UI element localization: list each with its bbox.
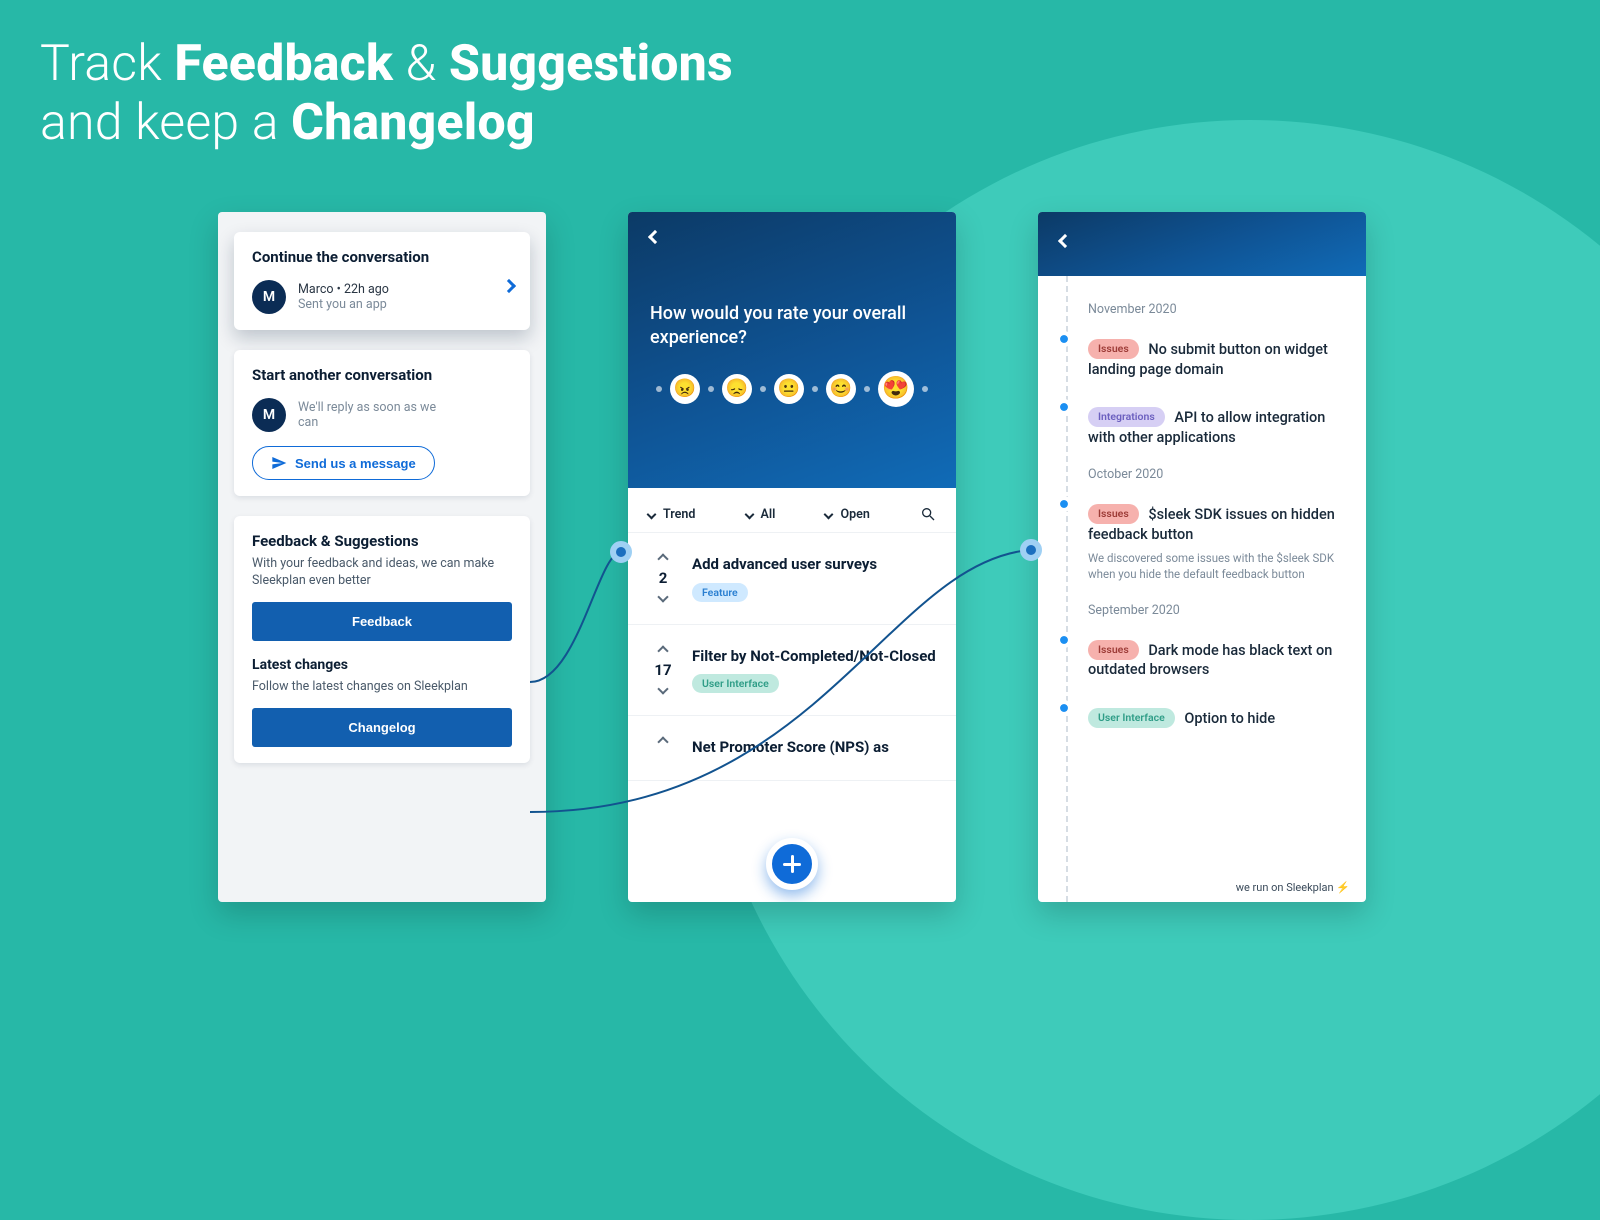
changelog-item[interactable]: User Interface Option to hide	[1088, 700, 1348, 729]
post-title: Add advanced user surveys	[692, 555, 936, 575]
timeline-month-label: November 2020	[1088, 302, 1348, 317]
changelog-item-desc: We discovered some issues with the $slee…	[1088, 550, 1348, 582]
changelog-button[interactable]: Changelog	[252, 708, 512, 747]
powered-by[interactable]: we run on Sleekplan ⚡	[1232, 879, 1354, 896]
feedback-post[interactable]: 17 Filter by Not-Completed/Not-Closed User…	[628, 625, 956, 717]
card-title: Start another conversation	[252, 366, 512, 384]
back-button[interactable]	[648, 230, 662, 244]
status-dropdown[interactable]: Open	[825, 507, 869, 522]
changelog-item-title: Integrations API to allow integration wi…	[1088, 399, 1348, 447]
feedback-button[interactable]: Feedback	[252, 602, 512, 641]
card-title: Feedback & Suggestions	[252, 532, 512, 550]
sort-dropdown[interactable]: Trend	[648, 507, 695, 522]
latest-changes-subtitle: Follow the latest changes on Sleekplan	[252, 679, 512, 696]
upvote-button[interactable]	[657, 645, 668, 656]
face-angry-icon[interactable]: 😠	[670, 374, 700, 404]
avatar: M	[252, 280, 286, 314]
rating-question: How would you rate your overall experien…	[650, 302, 934, 351]
vote-count: 2	[659, 569, 668, 587]
post-tag: User Interface	[692, 674, 779, 693]
face-sad-icon[interactable]: 😞	[722, 374, 752, 404]
filter-dropdown[interactable]: All	[746, 507, 776, 522]
card-title: Continue the conversation	[252, 248, 512, 266]
downvote-button[interactable]	[657, 591, 668, 602]
post-tag: Feature	[692, 583, 748, 602]
chevron-down-icon	[824, 509, 834, 519]
upvote-button[interactable]	[657, 736, 668, 747]
send-icon	[271, 455, 287, 471]
changelog-tag: User Interface	[1088, 708, 1175, 728]
chevron-down-icon	[744, 509, 754, 519]
vote-count: 17	[654, 661, 671, 679]
author-line: Marco • 22h ago	[298, 282, 389, 297]
card-continue-conversation[interactable]: Continue the conversation M Marco • 22h …	[234, 232, 530, 330]
upvote-button[interactable]	[657, 553, 668, 564]
card-start-conversation: Start another conversation M We'll reply…	[234, 350, 530, 496]
bolt-icon: ⚡	[1336, 881, 1350, 894]
feedback-post[interactable]: Net Promoter Score (NPS) as	[628, 716, 956, 781]
changelog-item-title: Issues No submit button on widget landin…	[1088, 331, 1348, 379]
downvote-button[interactable]	[657, 683, 668, 694]
latest-changes-title: Latest changes	[252, 657, 512, 673]
reply-note: We'll reply as soon as we can	[298, 400, 448, 430]
chevron-down-icon	[647, 509, 657, 519]
panel-widget-home: Continue the conversation M Marco • 22h …	[218, 212, 546, 902]
changelog-tag: Issues	[1088, 504, 1139, 524]
send-message-button[interactable]: Send us a message	[252, 446, 435, 480]
changelog-tag: Issues	[1088, 339, 1139, 359]
card-feedback-suggestions: Feedback & Suggestions With your feedbac…	[234, 516, 530, 763]
card-subtitle: With your feedback and ideas, we can mak…	[252, 556, 512, 590]
changelog-item-title: Issues Dark mode has black text on outda…	[1088, 632, 1348, 680]
preview-line: Sent you an app	[298, 297, 389, 312]
panel-changelog: November 2020 Issues No submit button on …	[1038, 212, 1366, 902]
back-button[interactable]	[1058, 234, 1072, 248]
search-icon[interactable]	[920, 506, 936, 522]
rating-scale[interactable]: 😠 😞 😐 😊 😍	[650, 371, 934, 407]
changelog-tag: Integrations	[1088, 407, 1165, 427]
panel-feedback-board: How would you rate your overall experien…	[628, 212, 956, 902]
changelog-item[interactable]: Issues Dark mode has black text on outda…	[1088, 632, 1348, 680]
feedback-post[interactable]: 2 Add advanced user surveys Feature	[628, 533, 956, 625]
changelog-item[interactable]: Integrations API to allow integration wi…	[1088, 399, 1348, 447]
timeline-month-label: October 2020	[1088, 467, 1348, 482]
add-post-button[interactable]	[766, 838, 818, 890]
changelog-tag: Issues	[1088, 640, 1139, 660]
face-happy-icon[interactable]: 😊	[826, 374, 856, 404]
changelog-item-title: User Interface Option to hide	[1088, 700, 1348, 729]
face-love-icon[interactable]: 😍	[878, 371, 914, 407]
changelog-item[interactable]: Issues $sleek SDK issues on hidden feedb…	[1088, 496, 1348, 582]
post-title: Net Promoter Score (NPS) as	[692, 738, 936, 758]
changelog-item-title: Issues $sleek SDK issues on hidden feedb…	[1088, 496, 1348, 544]
post-title: Filter by Not-Completed/Not-Closed	[692, 647, 936, 667]
board-toolbar: Trend All Open	[628, 488, 956, 533]
changelog-timeline: November 2020 Issues No submit button on …	[1038, 276, 1366, 902]
hero-headline: Track Feedback & Suggestions and keep a …	[40, 35, 733, 153]
face-neutral-icon[interactable]: 😐	[774, 374, 804, 404]
timeline-month-label: September 2020	[1088, 603, 1348, 618]
changelog-item[interactable]: Issues No submit button on widget landin…	[1088, 331, 1348, 379]
avatar: M	[252, 398, 286, 432]
